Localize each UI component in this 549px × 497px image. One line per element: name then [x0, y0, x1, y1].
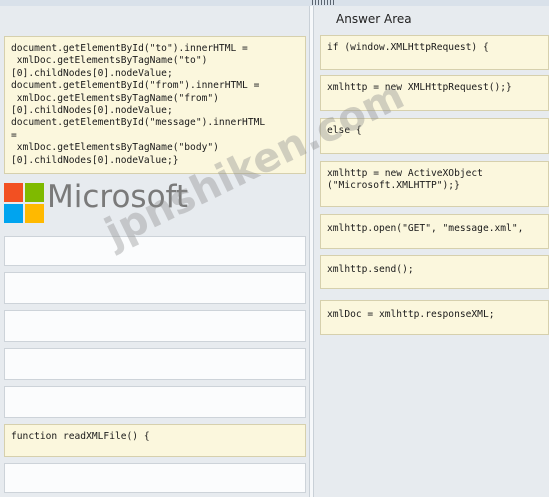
code-segment-text: document.getElementById("to").innerHTML … [11, 43, 266, 166]
logo-square-red [4, 183, 23, 202]
function-declaration-block[interactable]: function readXMLFile() { [4, 424, 306, 457]
logo-square-yellow [25, 204, 44, 223]
answer-item[interactable]: xmlhttp = new XMLHttpRequest();} [320, 75, 549, 111]
splitter-grip[interactable] [312, 0, 336, 5]
answer-item[interactable]: else { [320, 118, 549, 154]
answer-item[interactable]: xmlDoc = xmlhttp.responseXML; [320, 300, 549, 335]
code-segment-block[interactable]: document.getElementById("to").innerHTML … [4, 36, 306, 174]
microsoft-logo-icon [4, 183, 44, 223]
answer-item[interactable]: xmlhttp = new ActiveXObject ("Microsoft.… [320, 161, 549, 207]
logo-square-blue [4, 204, 23, 223]
answer-item-text: xmlhttp.open("GET", "message.xml", [327, 223, 524, 234]
source-header [0, 6, 309, 32]
answer-area-header: Answer Area [314, 6, 549, 32]
answer-item[interactable]: if (window.XMLHttpRequest) { [320, 35, 549, 70]
answer-item[interactable]: xmlhttp.open("GET", "message.xml", [320, 214, 549, 249]
answer-item-text: xmlDoc = xmlhttp.responseXML; [327, 309, 495, 320]
answer-item-text: xmlhttp = new ActiveXObject ("Microsoft.… [327, 168, 483, 192]
logo-square-green [25, 183, 44, 202]
answer-item-text: if (window.XMLHttpRequest) { [327, 42, 489, 53]
empty-source-slot[interactable] [4, 348, 306, 380]
answer-item-text: xmlhttp = new XMLHttpRequest();} [327, 82, 512, 93]
empty-source-slot[interactable] [4, 272, 306, 304]
answer-item[interactable]: xmlhttp.send(); [320, 255, 549, 289]
microsoft-logo-text: Microsoft [47, 179, 189, 215]
answer-item-text: else { [327, 125, 362, 136]
empty-source-slot[interactable] [4, 386, 306, 418]
answer-area-title: Answer Area [336, 12, 412, 26]
empty-source-slot[interactable] [4, 463, 306, 493]
empty-source-slot[interactable] [4, 236, 306, 266]
function-declaration-text: function readXMLFile() { [11, 431, 150, 442]
answer-item-text: xmlhttp.send(); [327, 264, 414, 275]
empty-source-slot[interactable] [4, 310, 306, 342]
